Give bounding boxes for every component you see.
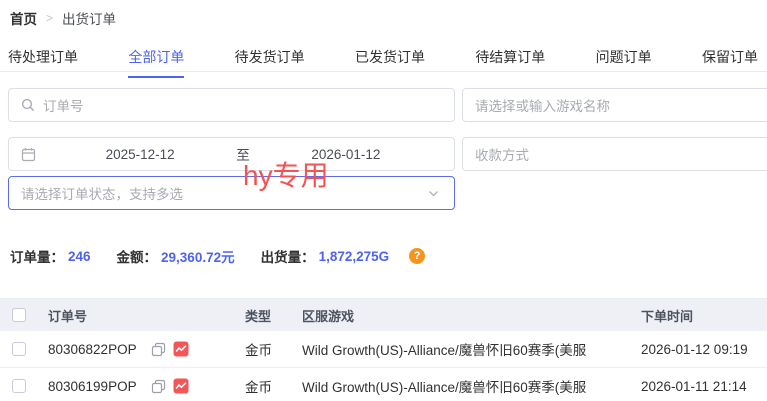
table-row: 80306822POP 金 [0, 331, 767, 368]
breadcrumb: 首页 > 出货订单 [10, 8, 116, 28]
copy-icon[interactable] [151, 379, 166, 394]
breadcrumb-current: 出货订单 [62, 8, 116, 28]
order-time-value: 2026-01-11 21:14 [632, 379, 767, 394]
date-end-value: 2026-01-12 [250, 147, 442, 162]
question-circle-icon[interactable]: ? [409, 248, 425, 264]
row-checkbox[interactable] [12, 379, 26, 393]
order-management-page: 首页 > 出货订单 待处理订单 全部订单 待发货订单 已发货订单 待结算订单 问… [0, 0, 767, 401]
order-tabs: 待处理订单 全部订单 待发货订单 已发货订单 待结算订单 问题订单 保留订单 [8, 47, 758, 78]
header-game: 区服游戏 [290, 306, 632, 325]
game-name-select[interactable]: 请选择或输入游戏名称 [462, 88, 767, 122]
trend-chart-icon[interactable] [173, 341, 189, 357]
tab-shipped-orders[interactable]: 已发货订单 [355, 47, 425, 78]
order-game-value: Wild Growth(US)-Alliance/魔兽怀旧60赛季(美服 [290, 339, 632, 359]
table-row: 80306199POP 金 [0, 368, 767, 401]
tab-pending-orders[interactable]: 待处理订单 [8, 47, 78, 78]
order-number-input[interactable]: 订单号 [8, 88, 455, 122]
trend-chart-icon[interactable] [173, 378, 189, 394]
amount-label: 金额： [117, 246, 158, 266]
header-order-no: 订单号 [37, 306, 230, 325]
shipment-label: 出货量： [261, 246, 315, 266]
order-status-placeholder: 请选择订单状态，支持多选 [21, 183, 183, 203]
tab-held-orders[interactable]: 保留订单 [702, 47, 758, 78]
tabbar-divider [0, 71, 767, 72]
date-range-separator: 至 [236, 144, 250, 164]
chevron-down-icon [427, 187, 440, 203]
order-type-value: 金币 [230, 376, 290, 396]
date-range-picker[interactable]: 2025-12-12 至 2026-01-12 [8, 137, 455, 171]
order-type-value: 金币 [230, 339, 290, 359]
payment-method-placeholder: 收款方式 [475, 144, 529, 164]
breadcrumb-home-link[interactable]: 首页 [10, 8, 37, 28]
order-game-value: Wild Growth(US)-Alliance/魔兽怀旧60赛季(美服 [290, 376, 632, 396]
tab-to-settle-orders[interactable]: 待结算订单 [475, 47, 545, 78]
order-time-value: 2026-01-12 09:19 [632, 342, 767, 357]
row-checkbox[interactable] [12, 342, 26, 356]
date-start-value: 2025-12-12 [44, 147, 236, 162]
order-number-placeholder: 订单号 [43, 95, 84, 115]
tab-to-ship-orders[interactable]: 待发货订单 [235, 47, 305, 78]
table-header-row: 订单号 类型 区服游戏 下单时间 [0, 298, 767, 331]
summary-stats: 订单量： 246 金额： 29,360.72元 出货量： 1,872,275G … [10, 246, 425, 266]
order-no-value: 80306199POP [48, 379, 137, 394]
payment-method-select[interactable]: 收款方式 [462, 137, 767, 171]
order-no-value: 80306822POP [48, 342, 137, 357]
amount-value: 29,360.72元 [161, 246, 235, 266]
order-count-label: 订单量： [10, 246, 64, 266]
header-type: 类型 [230, 306, 290, 325]
select-all-checkbox[interactable] [12, 308, 26, 322]
calendar-icon [21, 147, 36, 162]
order-status-multiselect[interactable]: 请选择订单状态，支持多选 [8, 176, 455, 210]
copy-icon[interactable] [151, 342, 166, 357]
tab-all-orders[interactable]: 全部订单 [128, 47, 184, 78]
header-time: 下单时间 [632, 306, 767, 325]
shipment-value: 1,872,275G [319, 249, 390, 264]
orders-table: 订单号 类型 区服游戏 下单时间 80306822POP [0, 298, 767, 401]
breadcrumb-separator: > [46, 11, 53, 25]
tab-problem-orders[interactable]: 问题订单 [596, 47, 652, 78]
order-count-value: 246 [68, 249, 91, 264]
search-icon [21, 98, 35, 112]
game-name-placeholder: 请选择或输入游戏名称 [475, 95, 610, 115]
